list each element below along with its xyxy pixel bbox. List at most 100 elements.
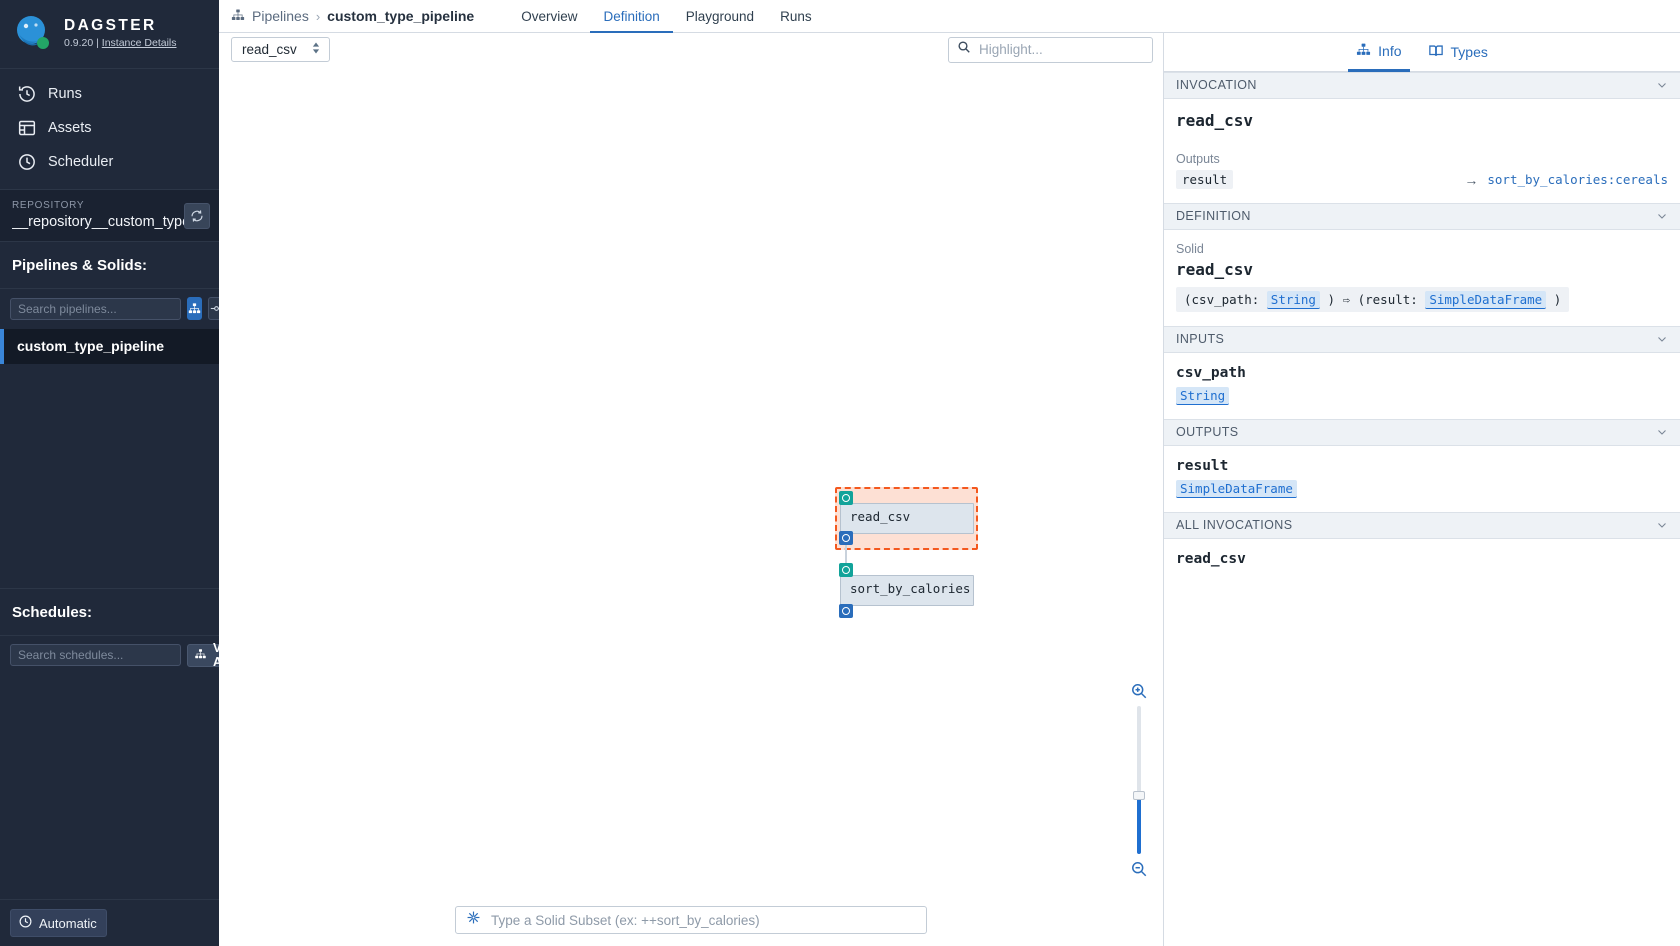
section-header-definition[interactable]: DEFINITION <box>1164 203 1680 230</box>
tab-runs[interactable]: Runs <box>767 0 825 33</box>
graph-viewport[interactable]: read_csv sort_by_calories <box>219 66 1163 946</box>
tab-info[interactable]: Info <box>1348 33 1410 72</box>
section-header-all-invocations-label: ALL INVOCATIONS <box>1176 518 1293 532</box>
sidebar-item-runs-label: Runs <box>48 86 82 102</box>
tab-definition[interactable]: Definition <box>590 0 673 33</box>
tab-types[interactable]: Types <box>1420 33 1496 72</box>
primary-nav: Runs Assets Scheduler <box>0 69 219 189</box>
repository-block: REPOSITORY __repository__custom_type_pip <box>0 189 219 242</box>
zoom-slider-fill <box>1137 796 1141 854</box>
tab-overview[interactable]: Overview <box>508 0 590 33</box>
section-header-definition-label: DEFINITION <box>1176 209 1251 223</box>
signature-input-type[interactable]: String <box>1266 291 1320 309</box>
section-header-outputs[interactable]: OUTPUTS <box>1164 419 1680 446</box>
graph-icon[interactable] <box>187 297 202 320</box>
highlight-search-box[interactable] <box>948 36 1153 63</box>
all-invocations-item[interactable]: read_csv <box>1176 551 1668 567</box>
input-type-chip[interactable]: String <box>1176 387 1230 405</box>
sidebar-item-assets[interactable]: Assets <box>0 111 219 145</box>
search-icon <box>957 40 971 59</box>
pipeline-tabs: Overview Definition Playground Runs <box>508 0 824 33</box>
reload-icon[interactable] <box>184 203 210 229</box>
solid-node-sort-by-calories-label: sort_by_calories <box>850 581 971 596</box>
version-separator: | <box>96 37 99 50</box>
definition-name: read_csv <box>1176 260 1254 279</box>
search-schedules-input[interactable] <box>10 644 181 666</box>
chevron-down-icon <box>1656 519 1668 531</box>
schedule-search-row: View All <box>0 636 252 676</box>
zoom-in-icon[interactable] <box>1130 682 1148 700</box>
pipeline-search-row <box>0 289 225 329</box>
zoom-controls <box>1127 682 1151 878</box>
main-area: Pipelines › custom_type_pipeline Overvie… <box>219 0 1680 946</box>
solid-node-read-csv[interactable]: read_csv <box>840 503 974 534</box>
section-body-outputs: result SimpleDataFrame <box>1164 446 1680 512</box>
solid-subset-input[interactable] <box>491 912 916 928</box>
sidebar-item-runs[interactable]: Runs <box>0 77 219 111</box>
zoom-out-icon[interactable] <box>1130 860 1148 878</box>
breadcrumb: Pipelines › custom_type_pipeline <box>231 8 474 25</box>
breadcrumb-current: custom_type_pipeline <box>327 8 475 24</box>
chevron-down-icon <box>1656 210 1668 222</box>
clock-icon <box>18 914 33 932</box>
invocation-output-row: result → sort_by_calories:cereals <box>1176 170 1668 189</box>
section-header-inputs[interactable]: INPUTS <box>1164 326 1680 353</box>
tab-info-label: Info <box>1378 42 1402 59</box>
canvas-toolbar: read_csv <box>219 33 1163 66</box>
solid-node-read-csv-output-port[interactable] <box>839 531 853 545</box>
section-header-invocation[interactable]: INVOCATION <box>1164 72 1680 99</box>
sidebar-item-scheduler-label: Scheduler <box>48 154 114 170</box>
topbar: Pipelines › custom_type_pipeline Overvie… <box>219 0 1680 33</box>
invocation-output-name: result <box>1176 170 1234 189</box>
pipelines-heading: Pipelines & Solids: <box>0 242 219 289</box>
sidebar-item-pipeline[interactable]: custom_type_pipeline <box>0 329 219 364</box>
section-header-inputs-label: INPUTS <box>1176 332 1225 346</box>
search-pipelines-input[interactable] <box>10 297 181 320</box>
chevron-down-icon <box>1656 333 1668 345</box>
right-panel-body: INVOCATION read_csv Outputs result → sor… <box>1164 72 1680 946</box>
output-name: result <box>1176 458 1229 474</box>
automatic-label: Automatic <box>39 915 97 931</box>
graph-icon <box>1356 42 1371 60</box>
highlight-input[interactable] <box>979 42 1144 57</box>
version-label: 0.9.20 <box>64 37 94 50</box>
automatic-theme-button[interactable]: Automatic <box>10 909 107 937</box>
sidebar-footer: Automatic <box>0 899 219 946</box>
outputs-label: Outputs <box>1176 152 1220 166</box>
solid-node-read-csv-input-port[interactable] <box>839 491 853 505</box>
tab-playground[interactable]: Playground <box>673 0 767 33</box>
invocation-target-link[interactable]: sort_by_calories:cereals <box>1487 172 1668 187</box>
chevron-down-icon <box>1656 426 1668 438</box>
solid-node-sort-by-calories-input-port[interactable] <box>839 563 853 577</box>
signature-close: ) <box>1553 292 1562 307</box>
solid-subset-icon <box>466 910 481 930</box>
breadcrumb-separator: › <box>315 8 321 24</box>
signature-output-type[interactable]: SimpleDataFrame <box>1425 291 1547 309</box>
section-header-all-invocations[interactable]: ALL INVOCATIONS <box>1164 512 1680 539</box>
zoom-slider[interactable] <box>1133 706 1145 854</box>
solid-node-sort-by-calories[interactable]: sort_by_calories <box>840 575 974 606</box>
section-header-outputs-label: OUTPUTS <box>1176 425 1239 439</box>
output-type-chip[interactable]: SimpleDataFrame <box>1176 480 1297 498</box>
repository-label: REPOSITORY <box>12 200 85 211</box>
breadcrumb-root[interactable]: Pipelines <box>252 8 309 24</box>
graph-canvas[interactable]: read_csv Highlight... read_csv sort_by_c… <box>219 33 1164 946</box>
sidebar-item-scheduler[interactable]: Scheduler <box>0 145 219 179</box>
schedules-heading: Schedules: <box>0 587 219 636</box>
solid-subset-box[interactable] <box>455 906 927 934</box>
table-icon <box>17 118 37 138</box>
app-root: DAGSTER 0.9.20 | Instance Details Runs A… <box>0 0 1680 946</box>
right-panel: Info Types INVOCATION read_csv Outputs r… <box>1164 33 1680 946</box>
graph-icon <box>194 648 207 663</box>
solid-select-dropdown[interactable]: read_csv <box>231 37 330 62</box>
solid-node-sort-by-calories-output-port[interactable] <box>839 604 853 618</box>
arrow-right-icon: → <box>1464 171 1479 188</box>
solid-label: Solid <box>1176 242 1204 256</box>
book-icon <box>1428 43 1444 62</box>
dagster-logo-icon <box>12 12 54 54</box>
zoom-slider-thumb[interactable] <box>1133 791 1145 800</box>
instance-details-link[interactable]: Instance Details <box>102 37 177 49</box>
signature-open: (csv_path: <box>1184 292 1260 307</box>
